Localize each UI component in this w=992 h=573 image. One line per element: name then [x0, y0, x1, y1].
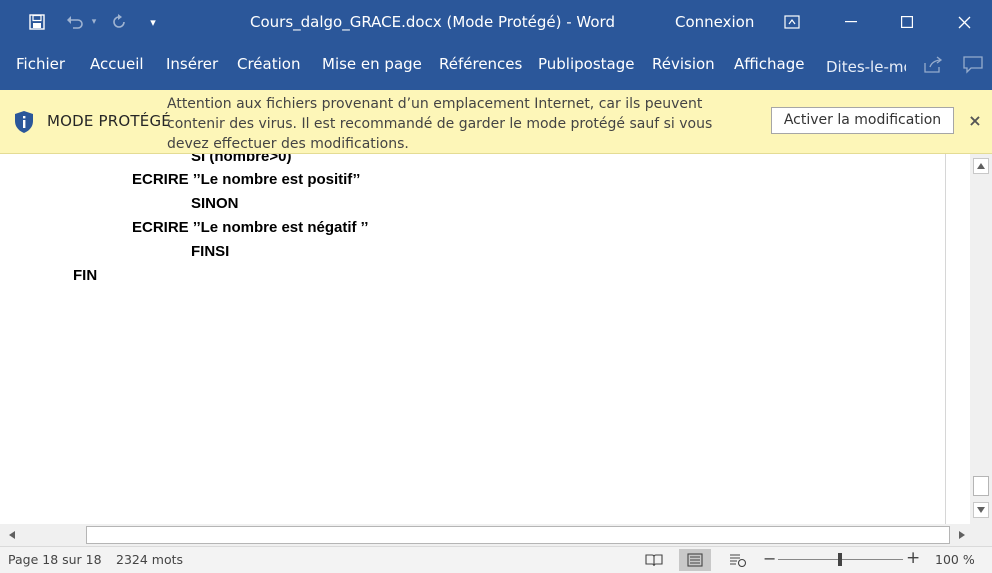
customize-toolbar-icon[interactable]: ▾	[144, 0, 162, 44]
comment-icon[interactable]	[960, 52, 986, 78]
tab-accueil[interactable]: Accueil	[90, 44, 144, 90]
enable-editing-button[interactable]: Activer la modification	[771, 107, 954, 134]
scroll-left-icon[interactable]	[4, 527, 20, 543]
tab-revision[interactable]: Révision	[652, 44, 715, 90]
horizontal-scroll-thumb[interactable]	[86, 526, 950, 544]
scroll-up-icon[interactable]	[973, 158, 989, 174]
page-count[interactable]: Page 18 sur 18	[8, 552, 102, 567]
vertical-scroll-thumb[interactable]	[973, 476, 989, 496]
scroll-down-icon[interactable]	[973, 502, 989, 518]
title-bar: ▾ ▾ Cours_dalgo_GRACE.docx (Mode Protégé…	[0, 0, 992, 44]
tell-me-box[interactable]: Dites-le-moi	[820, 44, 906, 90]
undo-icon[interactable]	[62, 0, 88, 44]
maximize-icon[interactable]	[884, 0, 930, 44]
protected-view-bar: MODE PROTÉGÉ Attention aux fichiers prov…	[0, 90, 992, 154]
tab-affichage[interactable]: Affichage	[734, 44, 804, 90]
tab-creation[interactable]: Création	[237, 44, 300, 90]
ribbon-display-options-icon[interactable]	[769, 0, 815, 44]
undo-dropdown-icon[interactable]: ▾	[88, 0, 100, 44]
web-layout-icon[interactable]	[722, 549, 754, 571]
vertical-scrollbar[interactable]	[970, 154, 992, 524]
protected-mode-message: Attention aux fichiers provenant d’un em…	[167, 96, 713, 152]
protected-mode-label: MODE PROTÉGÉ	[47, 112, 171, 130]
shield-info-icon	[13, 110, 35, 138]
share-icon[interactable]	[920, 52, 946, 78]
page-margin	[947, 154, 970, 524]
save-icon[interactable]	[24, 0, 50, 44]
close-message-bar-icon[interactable]: ×	[966, 112, 984, 130]
zoom-in-icon[interactable]: +	[906, 548, 920, 568]
doc-line-ecrire-negatif: ECRIRE ’’Le nombre est négatif ’’	[132, 219, 369, 236]
document-page[interactable]: SI (nombre>0) ECRIRE ’’Le nombre est pos…	[0, 154, 946, 524]
tell-me-text: Dites-le-moi	[826, 58, 906, 76]
doc-line-fin: FIN	[73, 267, 98, 284]
redo-icon[interactable]	[106, 0, 132, 44]
doc-line-finsi: FINSI	[191, 243, 230, 260]
ribbon-tabs: Fichier Accueil Insérer Création Mise en…	[0, 44, 992, 90]
scroll-right-icon[interactable]	[954, 527, 970, 543]
doc-line-si: SI (nombre>0)	[191, 154, 292, 165]
doc-line-ecrire-positif: ECRIRE ’’Le nombre est positif’’	[132, 171, 361, 188]
window-title: Cours_dalgo_GRACE.docx (Mode Protégé) - …	[250, 13, 615, 31]
zoom-out-icon[interactable]: −	[763, 549, 776, 568]
tab-references[interactable]: Références	[439, 44, 522, 90]
print-layout-icon[interactable]	[679, 549, 711, 571]
sign-in-link[interactable]: Connexion	[675, 0, 754, 44]
doc-line-sinon: SINON	[191, 195, 239, 212]
tab-inserer[interactable]: Insérer	[166, 44, 218, 90]
minimize-icon[interactable]	[828, 0, 874, 44]
tab-fichier[interactable]: Fichier	[16, 44, 65, 90]
close-window-icon[interactable]	[941, 0, 987, 44]
read-mode-icon[interactable]	[638, 549, 670, 571]
word-count[interactable]: 2324 mots	[116, 552, 183, 567]
zoom-slider-thumb[interactable]	[838, 553, 842, 566]
horizontal-scrollbar[interactable]	[0, 524, 992, 546]
status-bar: Page 18 sur 18 2324 mots − + 100 %	[0, 546, 992, 573]
zoom-level[interactable]: 100 %	[935, 552, 975, 567]
tab-publipostage[interactable]: Publipostage	[538, 44, 634, 90]
tab-mise-en-page[interactable]: Mise en page	[322, 44, 422, 90]
